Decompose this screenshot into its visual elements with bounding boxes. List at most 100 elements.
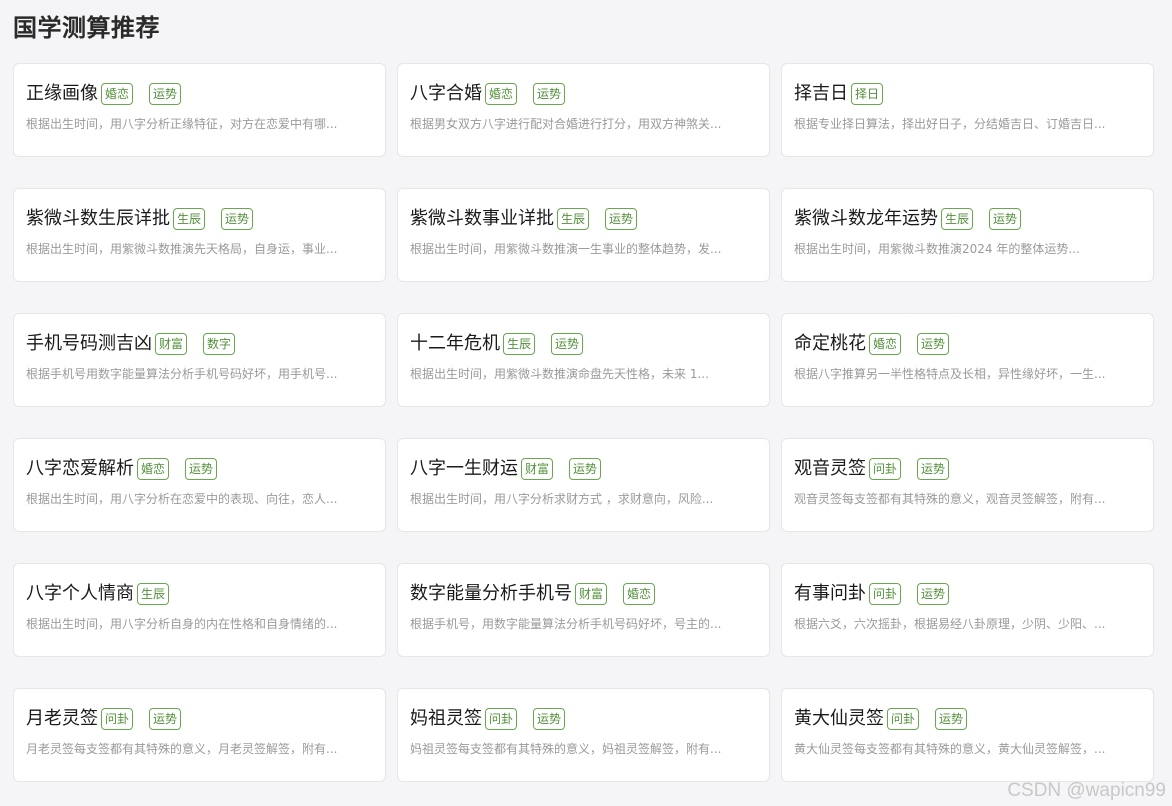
category-tag: 财富 — [521, 458, 554, 480]
recommend-card[interactable]: 手机号码测吉凶 财富 数字根据手机号用数字能量算法分析手机号码好坏，用手机号... — [13, 313, 386, 407]
card-header: 紫微斗数龙年运势 生辰 运势 — [794, 206, 1141, 232]
card-title: 手机号码测吉凶 — [26, 333, 152, 354]
recommend-card[interactable]: 黄大仙灵签 问卦 运势黄大仙灵签每支签都有其特殊的意义，黄大仙灵签解签，... — [781, 688, 1154, 782]
card-description: 根据出生时间，用紫微斗数推演2024 年的整体运势... — [794, 242, 1080, 256]
card-header: 观音灵签 问卦 运势 — [794, 456, 1141, 482]
page-title: 国学测算推荐 — [13, 14, 160, 42]
category-tag: 运势 — [917, 583, 950, 605]
recommend-card[interactable]: 八字个人情商 生辰根据出生时间，用八字分析自身的内在性格和自身情绪的... — [13, 563, 386, 657]
card-description: 根据出生时间，用八字分析正缘特征，对方在恋爱中有哪... — [26, 117, 338, 131]
category-tag: 运势 — [917, 333, 950, 355]
card-description: 月老灵签每支签都有其特殊的意义，月老灵签解签，附有... — [26, 742, 338, 756]
category-tag: 婚恋 — [485, 83, 518, 105]
category-tag: 运势 — [533, 708, 566, 730]
category-tag: 婚恋 — [101, 83, 134, 105]
category-tag: 婚恋 — [137, 458, 170, 480]
card-header: 命定桃花 婚恋 运势 — [794, 331, 1141, 357]
card-header: 妈祖灵签 问卦 运势 — [410, 706, 757, 732]
card-title: 八字恋爱解析 — [26, 458, 134, 479]
category-tag: 生辰 — [137, 583, 170, 605]
card-description: 根据出生时间，用紫微斗数推演命盘先天性格，未来 1... — [410, 367, 709, 381]
card-description: 根据手机号用数字能量算法分析手机号码好坏，用手机号... — [26, 367, 338, 381]
card-title: 正缘画像 — [26, 83, 98, 104]
recommend-card[interactable]: 数字能量分析手机号 财富 婚恋根据手机号，用数字能量算法分析手机号码好坏，号主的..… — [397, 563, 770, 657]
card-title: 紫微斗数生辰详批 — [26, 208, 170, 229]
card-header: 八字一生财运 财富 运势 — [410, 456, 757, 482]
card-description: 根据出生时间，用紫微斗数推演先天格局，自身运，事业... — [26, 242, 338, 256]
card-header: 择吉日 择日 — [794, 81, 1141, 107]
category-tag: 生辰 — [503, 333, 536, 355]
recommendation-grid: 正缘画像 婚恋 运势 根据出生时间，用八字分析正缘特征，对方在恋爱中有哪... 八字合婚… — [13, 63, 1155, 782]
card-title: 月老灵签 — [26, 708, 98, 729]
card-header: 有事问卦 问卦 运势 — [794, 581, 1141, 607]
category-tag: 运势 — [149, 83, 182, 105]
card-title: 数字能量分析手机号 — [410, 583, 572, 604]
card-title: 八字合婚 — [410, 83, 482, 104]
card-header: 黄大仙灵签 问卦 运势 — [794, 706, 1141, 732]
recommend-card[interactable]: 择吉日 择日根据专业择日算法，择出好日子，分结婚吉日、订婚吉日... — [781, 63, 1154, 157]
card-header: 手机号码测吉凶 财富 数字 — [26, 331, 373, 357]
category-tag: 婚恋 — [623, 583, 656, 605]
recommend-card[interactable]: 紫微斗数龙年运势 生辰 运势根据出生时间，用紫微斗数推演2024 年的整体运势... — [781, 188, 1154, 282]
card-title: 八字个人情商 — [26, 583, 134, 604]
card-header: 八字个人情商 生辰 — [26, 581, 373, 607]
card-title: 妈祖灵签 — [410, 708, 482, 729]
watermark: CSDN @wapicn99 — [1007, 780, 1166, 801]
category-tag: 生辰 — [173, 208, 206, 230]
card-title: 择吉日 — [794, 83, 848, 104]
card-title: 黄大仙灵签 — [794, 708, 884, 729]
card-description: 根据专业择日算法，择出好日子，分结婚吉日、订婚吉日... — [794, 117, 1106, 131]
card-description: 根据八字推算另一半性格特点及长相，异性缘好坏，一生... — [794, 367, 1106, 381]
recommend-card[interactable]: 命定桃花 婚恋 运势根据八字推算另一半性格特点及长相，异性缘好坏，一生... — [781, 313, 1154, 407]
category-tag: 问卦 — [101, 708, 134, 730]
recommend-card[interactable]: 正缘画像 婚恋 运势根据出生时间，用八字分析正缘特征，对方在恋爱中有哪... — [13, 63, 386, 157]
card-title: 八字一生财运 — [410, 458, 518, 479]
card-description: 观音灵签每支签都有其特殊的意义，观音灵签解签，附有... — [794, 492, 1106, 506]
recommend-card[interactable]: 八字合婚 婚恋 运势 根据男女双方八字进行配对合婚进行打分，用双方神煞关... — [397, 63, 770, 157]
category-tag: 生辰 — [941, 208, 974, 230]
category-tag: 问卦 — [887, 708, 920, 730]
category-tag: 运势 — [935, 708, 968, 730]
card-header: 八字合婚 婚恋 运势 — [410, 81, 757, 107]
card-title: 命定桃花 — [794, 333, 866, 354]
card-description: 黄大仙灵签每支签都有其特殊的意义，黄大仙灵签解签，... — [794, 742, 1106, 756]
card-description: 妈祖灵签每支签都有其特殊的意义，妈祖灵签解签，附有... — [410, 742, 722, 756]
recommend-card[interactable]: 月老灵签 问卦 运势月老灵签每支签都有其特殊的意义，月老灵签解签，附有... — [13, 688, 386, 782]
category-tag: 问卦 — [869, 583, 902, 605]
card-description: 根据出生时间，用八字分析在恋爱中的表现、向往，恋人... — [26, 492, 338, 506]
category-tag: 运势 — [221, 208, 254, 230]
category-tag: 运势 — [533, 83, 566, 105]
card-header: 月老灵签 问卦 运势 — [26, 706, 373, 732]
category-tag: 数字 — [203, 333, 236, 355]
category-tag: 运势 — [989, 208, 1022, 230]
card-title: 紫微斗数龙年运势 — [794, 208, 938, 229]
card-header: 十二年危机 生辰 运势 — [410, 331, 757, 357]
card-title: 十二年危机 — [410, 333, 500, 354]
category-tag: 择日 — [851, 83, 884, 105]
category-tag: 生辰 — [557, 208, 590, 230]
card-description: 根据手机号，用数字能量算法分析手机号码好坏，号主的... — [410, 617, 722, 631]
recommend-card[interactable]: 八字恋爱解析 婚恋 运势根据出生时间，用八字分析在恋爱中的表现、向往，恋人... — [13, 438, 386, 532]
card-header: 数字能量分析手机号 财富 婚恋 — [410, 581, 757, 607]
card-header: 八字恋爱解析 婚恋 运势 — [26, 456, 373, 482]
recommend-card[interactable]: 紫微斗数事业详批 生辰 运势 根据出生时间，用紫微斗数推演一生事业的整体趋势，发... — [397, 188, 770, 282]
recommend-card[interactable]: 观音灵签 问卦 运势观音灵签每支签都有其特殊的意义，观音灵签解签，附有... — [781, 438, 1154, 532]
recommend-card[interactable]: 有事问卦 问卦 运势根据六爻，六次摇卦，根据易经八卦原理，少阴、少阳、... — [781, 563, 1154, 657]
category-tag: 运势 — [917, 458, 950, 480]
category-tag: 问卦 — [869, 458, 902, 480]
card-description: 根据六爻，六次摇卦，根据易经八卦原理，少阴、少阳、... — [794, 617, 1106, 631]
category-tag: 财富 — [575, 583, 608, 605]
category-tag: 婚恋 — [869, 333, 902, 355]
card-header: 正缘画像 婚恋 运势 — [26, 81, 373, 107]
card-title: 观音灵签 — [794, 458, 866, 479]
category-tag: 运势 — [185, 458, 218, 480]
recommend-card[interactable]: 十二年危机 生辰 运势根据出生时间，用紫微斗数推演命盘先天性格，未来 1... — [397, 313, 770, 407]
category-tag: 问卦 — [485, 708, 518, 730]
category-tag: 运势 — [149, 708, 182, 730]
recommend-card[interactable]: 八字一生财运 财富 运势根据出生时间，用八字分析求财方式 ，求财意向，风险... — [397, 438, 770, 532]
card-description: 根据出生时间，用八字分析求财方式 ，求财意向，风险... — [410, 492, 714, 506]
category-tag: 运势 — [551, 333, 584, 355]
recommend-card[interactable]: 紫微斗数生辰详批 生辰 运势根据出生时间，用紫微斗数推演先天格局，自身运，事业... — [13, 188, 386, 282]
card-description: 根据出生时间，用八字分析自身的内在性格和自身情绪的... — [26, 617, 338, 631]
recommend-card[interactable]: 妈祖灵签 问卦 运势妈祖灵签每支签都有其特殊的意义，妈祖灵签解签，附有... — [397, 688, 770, 782]
